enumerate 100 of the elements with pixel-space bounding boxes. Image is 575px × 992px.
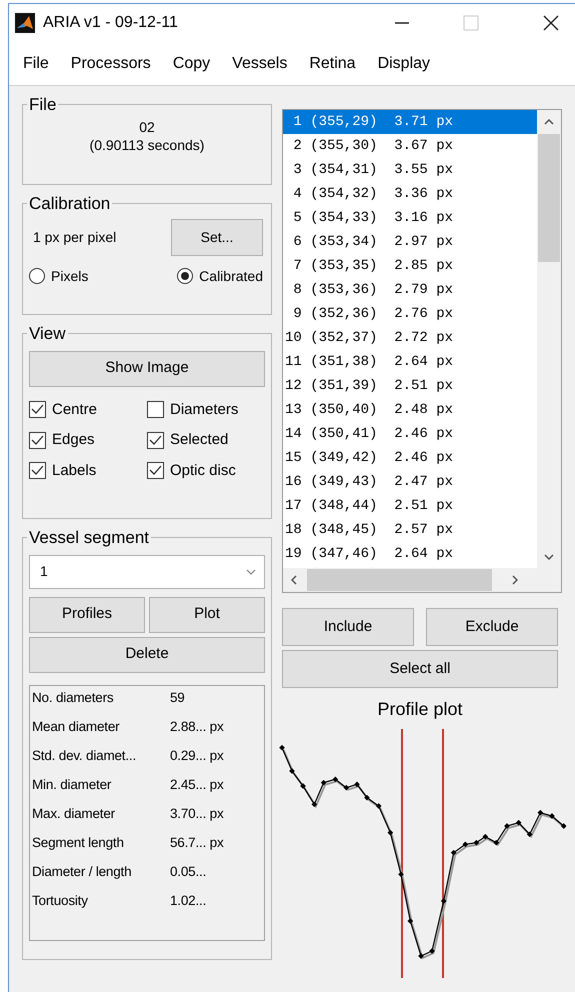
group-title: File (28, 94, 58, 116)
vertical-scrollbar[interactable] (537, 110, 561, 568)
show-image-button[interactable]: Show Image (29, 350, 265, 386)
list-row[interactable]: 16 (349,43) 2.47 px (283, 470, 537, 494)
group-title: Calibration (28, 193, 112, 215)
stat-label: Std. dev. diamet... (31, 747, 138, 766)
list-row[interactable]: 15 (349,42) 2.46 px (283, 446, 537, 470)
data-point (408, 918, 414, 924)
list-row[interactable]: 18 (348,45) 2.57 px (283, 518, 537, 542)
checkbox-label: Selected (170, 430, 228, 450)
scale-label: 1 px per pixel (33, 228, 116, 247)
list-row[interactable]: 17 (348,44) 2.51 px (283, 494, 537, 518)
window-title: ARIA v1 - 09-12-11 (43, 13, 178, 33)
menu-item[interactable]: Copy (164, 52, 218, 76)
chevron-left-icon[interactable] (291, 575, 297, 585)
data-point (494, 840, 500, 846)
checkbox-label: Labels (52, 460, 96, 480)
chevron-right-icon[interactable] (512, 575, 518, 585)
exclude-button[interactable]: Exclude (426, 608, 558, 646)
menu-item[interactable]: Retina (301, 52, 364, 76)
list-row[interactable]: 19 (347,46) 2.64 px (283, 542, 537, 566)
group-title: Vessel segment (28, 527, 150, 549)
data-point (516, 820, 522, 826)
close-icon[interactable] (543, 15, 559, 31)
profiles-button[interactable]: Profiles (29, 596, 145, 632)
radio-button[interactable] (29, 268, 45, 284)
stat-label: Diameter / length (31, 863, 132, 882)
data-point (549, 813, 555, 819)
checkbox-label: Edges (52, 430, 95, 450)
data-point (344, 784, 350, 790)
segment-dropdown[interactable]: 1 (29, 554, 265, 588)
chevron-down-icon[interactable] (544, 554, 554, 560)
list-row[interactable]: 4 (354,32) 3.36 px (283, 182, 537, 206)
list-row[interactable]: 3 (354,31) 3.55 px (283, 158, 537, 182)
list-row[interactable]: 11 (351,38) 2.64 px (283, 350, 537, 374)
stat-value: 2.88... px (170, 718, 224, 736)
data-point (474, 840, 480, 846)
stat-value: 59 (170, 689, 185, 708)
stat-label: Tortuosity (31, 892, 89, 910)
menu-item[interactable]: Processors (62, 52, 159, 76)
horizontal-scrollbar[interactable] (283, 568, 561, 592)
checkbox[interactable] (147, 462, 164, 480)
radio-button[interactable] (177, 268, 194, 284)
menu-item[interactable]: Display (370, 52, 438, 76)
data-point (300, 783, 306, 789)
radio-option[interactable]: Calibrated (177, 266, 263, 286)
plot-button[interactable]: Plot (149, 596, 265, 632)
scroll-thumb[interactable] (538, 134, 560, 262)
data-point (376, 803, 382, 809)
data-point (440, 898, 446, 904)
stat-label: Min. diameter (31, 776, 112, 794)
set-button[interactable]: Set... (171, 218, 263, 256)
menu-item[interactable]: Vessels (224, 52, 296, 76)
stat-label: Max. diameter (31, 805, 116, 824)
plot-title: Profile plot (376, 698, 464, 721)
delete-button[interactable]: Delete (29, 636, 265, 672)
list-row[interactable]: 13 (350,40) 2.48 px (283, 398, 537, 422)
checkbox-label: Centre (52, 400, 98, 420)
checkbox[interactable] (147, 432, 164, 449)
radio-option[interactable]: Pixels (29, 266, 88, 286)
list-row[interactable]: 7 (353,35) 2.85 px (283, 254, 537, 278)
data-point (312, 802, 318, 808)
data-point (418, 953, 424, 959)
list-row[interactable]: 12 (351,39) 2.51 px (283, 374, 537, 398)
select-all-button[interactable]: Select all (282, 650, 558, 688)
file-info-text: (0.90113 seconds) (90, 136, 204, 154)
chevron-down-icon (246, 568, 256, 574)
data-point (364, 794, 370, 800)
stat-label: Mean diameter (31, 718, 120, 736)
chevron-up-icon[interactable] (544, 119, 554, 125)
scroll-thumb[interactable] (307, 569, 492, 591)
stat-value: 0.29... px (170, 747, 224, 766)
checkbox[interactable] (29, 462, 46, 480)
data-point (482, 834, 488, 840)
data-point (450, 850, 456, 856)
group-title: View (28, 323, 67, 345)
list-row[interactable]: 1 (355,29) 3.71 px (283, 110, 537, 134)
stat-value: 2.45... px (170, 776, 224, 794)
list-row[interactable]: 8 (353,36) 2.79 px (283, 278, 537, 302)
app-logo-icon (15, 13, 35, 33)
list-row[interactable]: 2 (355,30) 3.67 px (283, 134, 537, 158)
list-row[interactable]: 10 (352,37) 2.72 px (283, 326, 537, 350)
checkbox[interactable] (29, 401, 46, 418)
checkbox-label: Optic disc (170, 460, 236, 480)
list-row[interactable]: 14 (350,41) 2.46 px (283, 422, 537, 446)
data-point (560, 823, 566, 829)
stat-label: No. diameters (31, 689, 114, 708)
list-row[interactable]: 5 (354,33) 3.16 px (283, 206, 537, 230)
list-row[interactable]: 9 (352,36) 2.76 px (283, 302, 537, 326)
list-row[interactable]: 6 (353,34) 2.97 px (283, 230, 537, 254)
stat-value: 56.7... px (170, 834, 224, 852)
stat-value: 0.05... (170, 863, 206, 882)
data-point (388, 830, 394, 836)
menu-item[interactable]: File (15, 52, 57, 76)
data-point (526, 832, 532, 838)
checkbox[interactable] (147, 401, 164, 418)
checkbox[interactable] (29, 432, 46, 449)
data-point (462, 842, 468, 848)
data-point (354, 782, 360, 788)
include-button[interactable]: Include (282, 608, 414, 646)
